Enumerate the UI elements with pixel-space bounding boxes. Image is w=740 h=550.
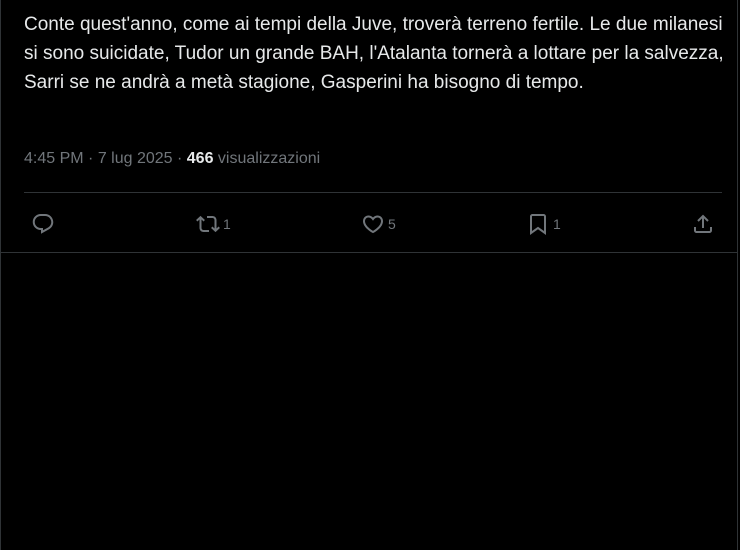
reply-icon: [32, 214, 54, 234]
share-icon: [694, 214, 712, 233]
tweet-date[interactable]: 7 lug 2025: [98, 150, 173, 167]
like-button[interactable]: 5: [361, 205, 396, 243]
repost-count: 1: [223, 216, 231, 232]
meta-separator: ·: [172, 150, 187, 167]
views-count[interactable]: 466: [187, 150, 214, 167]
tweet-time[interactable]: 4:45 PM: [24, 150, 84, 167]
bookmark-count: 1: [553, 216, 561, 232]
bookmark-icon: [530, 214, 546, 235]
heart-icon: [362, 215, 384, 234]
meta-separator: ·: [83, 150, 98, 167]
repost-button[interactable]: 1: [196, 205, 231, 243]
timeline-column: Conte quest'anno, come ai tempi della Ju…: [0, 0, 738, 550]
views-label[interactable]: visualizzazioni: [213, 150, 320, 167]
reply-button[interactable]: [31, 205, 58, 243]
divider: [24, 192, 722, 193]
share-button[interactable]: [691, 205, 718, 243]
bookmark-button[interactable]: 1: [526, 205, 561, 243]
repost-icon: [196, 215, 220, 233]
tweet-text: Conte quest'anno, come ai tempi della Ju…: [24, 14, 724, 93]
tweet-detail: Conte quest'anno, come ai tempi della Ju…: [1, 0, 737, 253]
tweet-meta: 4:45 PM · 7 lug 2025 · 466 visualizzazio…: [24, 148, 320, 170]
tweet-actions: 1 5 1: [1, 205, 737, 243]
like-count: 5: [388, 216, 396, 232]
